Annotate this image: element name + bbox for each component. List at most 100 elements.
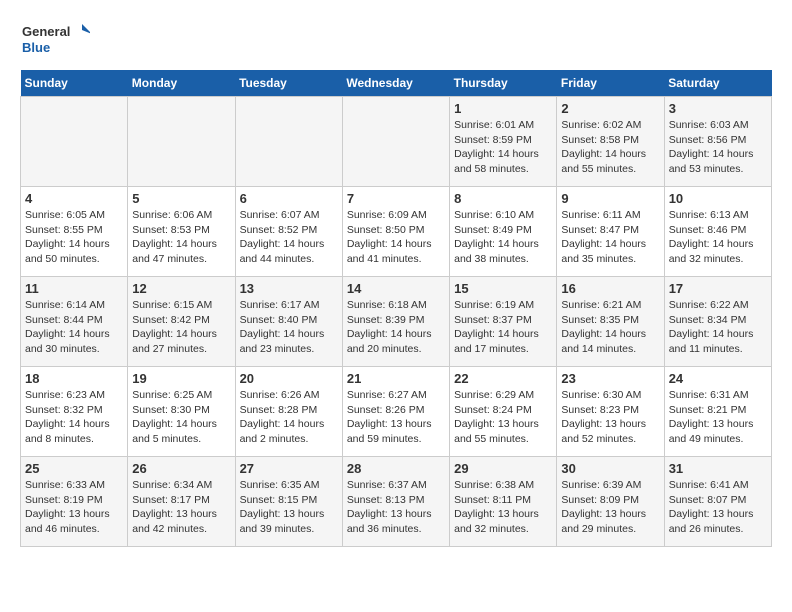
day-number: 8	[454, 191, 552, 206]
calendar-cell: 21 Sunrise: 6:27 AM Sunset: 8:26 PM Dayli…	[342, 367, 449, 457]
calendar-cell: 13 Sunrise: 6:17 AM Sunset: 8:40 PM Dayli…	[235, 277, 342, 367]
day-number: 17	[669, 281, 767, 296]
header: General Blue	[20, 20, 772, 60]
day-content: Sunrise: 6:09 AM Sunset: 8:50 PM Dayligh…	[347, 208, 445, 267]
day-content: Sunrise: 6:14 AM Sunset: 8:44 PM Dayligh…	[25, 298, 123, 357]
day-of-week-header: Monday	[128, 70, 235, 97]
day-number: 13	[240, 281, 338, 296]
day-content: Sunrise: 6:27 AM Sunset: 8:26 PM Dayligh…	[347, 388, 445, 447]
day-content: Sunrise: 6:13 AM Sunset: 8:46 PM Dayligh…	[669, 208, 767, 267]
calendar-cell: 10 Sunrise: 6:13 AM Sunset: 8:46 PM Dayli…	[664, 187, 771, 277]
calendar-cell: 27 Sunrise: 6:35 AM Sunset: 8:15 PM Dayli…	[235, 457, 342, 547]
day-content: Sunrise: 6:01 AM Sunset: 8:59 PM Dayligh…	[454, 118, 552, 177]
day-content: Sunrise: 6:03 AM Sunset: 8:56 PM Dayligh…	[669, 118, 767, 177]
calendar-cell: 1 Sunrise: 6:01 AM Sunset: 8:59 PM Daylig…	[450, 97, 557, 187]
day-number: 4	[25, 191, 123, 206]
day-number: 28	[347, 461, 445, 476]
day-number: 9	[561, 191, 659, 206]
calendar-header: SundayMondayTuesdayWednesdayThursdayFrid…	[21, 70, 772, 97]
day-content: Sunrise: 6:07 AM Sunset: 8:52 PM Dayligh…	[240, 208, 338, 267]
logo-svg: General Blue	[20, 20, 90, 60]
calendar-cell: 3 Sunrise: 6:03 AM Sunset: 8:56 PM Daylig…	[664, 97, 771, 187]
day-content: Sunrise: 6:23 AM Sunset: 8:32 PM Dayligh…	[25, 388, 123, 447]
calendar-week-row: 11 Sunrise: 6:14 AM Sunset: 8:44 PM Dayli…	[21, 277, 772, 367]
day-content: Sunrise: 6:29 AM Sunset: 8:24 PM Dayligh…	[454, 388, 552, 447]
day-content: Sunrise: 6:33 AM Sunset: 8:19 PM Dayligh…	[25, 478, 123, 537]
calendar-cell: 8Sunrise: 6:10 AM Sunset: 8:49 PM Daylig…	[450, 187, 557, 277]
day-content: Sunrise: 6:41 AM Sunset: 8:07 PM Dayligh…	[669, 478, 767, 537]
day-content: Sunrise: 6:17 AM Sunset: 8:40 PM Dayligh…	[240, 298, 338, 357]
day-number: 16	[561, 281, 659, 296]
calendar-cell: 9 Sunrise: 6:11 AM Sunset: 8:47 PM Daylig…	[557, 187, 664, 277]
calendar-cell: 20Sunrise: 6:26 AM Sunset: 8:28 PM Dayli…	[235, 367, 342, 457]
calendar-week-row: 4Sunrise: 6:05 AM Sunset: 8:55 PM Daylig…	[21, 187, 772, 277]
day-content: Sunrise: 6:26 AM Sunset: 8:28 PM Dayligh…	[240, 388, 338, 447]
day-content: Sunrise: 6:35 AM Sunset: 8:15 PM Dayligh…	[240, 478, 338, 537]
day-of-week-header: Wednesday	[342, 70, 449, 97]
day-content: Sunrise: 6:19 AM Sunset: 8:37 PM Dayligh…	[454, 298, 552, 357]
day-number: 30	[561, 461, 659, 476]
day-content: Sunrise: 6:02 AM Sunset: 8:58 PM Dayligh…	[561, 118, 659, 177]
day-number: 31	[669, 461, 767, 476]
calendar-cell	[128, 97, 235, 187]
day-number: 23	[561, 371, 659, 386]
calendar-cell: 16Sunrise: 6:21 AM Sunset: 8:35 PM Dayli…	[557, 277, 664, 367]
day-number: 1	[454, 101, 552, 116]
calendar-week-row: 18 Sunrise: 6:23 AM Sunset: 8:32 PM Dayli…	[21, 367, 772, 457]
day-number: 11	[25, 281, 123, 296]
svg-text:General: General	[22, 24, 70, 39]
day-number: 25	[25, 461, 123, 476]
day-content: Sunrise: 6:31 AM Sunset: 8:21 PM Dayligh…	[669, 388, 767, 447]
calendar-cell: 4Sunrise: 6:05 AM Sunset: 8:55 PM Daylig…	[21, 187, 128, 277]
calendar-cell: 26 Sunrise: 6:34 AM Sunset: 8:17 PM Dayli…	[128, 457, 235, 547]
calendar-cell: 18 Sunrise: 6:23 AM Sunset: 8:32 PM Dayli…	[21, 367, 128, 457]
day-content: Sunrise: 6:11 AM Sunset: 8:47 PM Dayligh…	[561, 208, 659, 267]
day-number: 24	[669, 371, 767, 386]
day-number: 29	[454, 461, 552, 476]
calendar-cell: 15 Sunrise: 6:19 AM Sunset: 8:37 PM Dayli…	[450, 277, 557, 367]
day-of-week-header: Thursday	[450, 70, 557, 97]
day-content: Sunrise: 6:06 AM Sunset: 8:53 PM Dayligh…	[132, 208, 230, 267]
day-number: 6	[240, 191, 338, 206]
day-number: 3	[669, 101, 767, 116]
logo: General Blue	[20, 20, 90, 60]
calendar-cell: 25 Sunrise: 6:33 AM Sunset: 8:19 PM Dayli…	[21, 457, 128, 547]
day-of-week-header: Tuesday	[235, 70, 342, 97]
day-content: Sunrise: 6:18 AM Sunset: 8:39 PM Dayligh…	[347, 298, 445, 357]
day-number: 10	[669, 191, 767, 206]
day-of-week-header: Friday	[557, 70, 664, 97]
day-number: 15	[454, 281, 552, 296]
day-number: 14	[347, 281, 445, 296]
day-number: 22	[454, 371, 552, 386]
calendar-week-row: 1 Sunrise: 6:01 AM Sunset: 8:59 PM Daylig…	[21, 97, 772, 187]
day-content: Sunrise: 6:25 AM Sunset: 8:30 PM Dayligh…	[132, 388, 230, 447]
day-number: 7	[347, 191, 445, 206]
day-content: Sunrise: 6:15 AM Sunset: 8:42 PM Dayligh…	[132, 298, 230, 357]
day-number: 26	[132, 461, 230, 476]
calendar-cell: 14 Sunrise: 6:18 AM Sunset: 8:39 PM Dayli…	[342, 277, 449, 367]
calendar-cell: 31 Sunrise: 6:41 AM Sunset: 8:07 PM Dayli…	[664, 457, 771, 547]
day-number: 21	[347, 371, 445, 386]
calendar-cell: 30Sunrise: 6:39 AM Sunset: 8:09 PM Dayli…	[557, 457, 664, 547]
calendar-cell: 19 Sunrise: 6:25 AM Sunset: 8:30 PM Dayli…	[128, 367, 235, 457]
calendar-cell: 5 Sunrise: 6:06 AM Sunset: 8:53 PM Daylig…	[128, 187, 235, 277]
day-content: Sunrise: 6:22 AM Sunset: 8:34 PM Dayligh…	[669, 298, 767, 357]
day-number: 27	[240, 461, 338, 476]
day-content: Sunrise: 6:30 AM Sunset: 8:23 PM Dayligh…	[561, 388, 659, 447]
day-number: 5	[132, 191, 230, 206]
calendar-cell: 28Sunrise: 6:37 AM Sunset: 8:13 PM Dayli…	[342, 457, 449, 547]
calendar-cell: 7 Sunrise: 6:09 AM Sunset: 8:50 PM Daylig…	[342, 187, 449, 277]
days-of-week-row: SundayMondayTuesdayWednesdayThursdayFrid…	[21, 70, 772, 97]
calendar-week-row: 25 Sunrise: 6:33 AM Sunset: 8:19 PM Dayli…	[21, 457, 772, 547]
calendar-cell: 11 Sunrise: 6:14 AM Sunset: 8:44 PM Dayli…	[21, 277, 128, 367]
day-number: 19	[132, 371, 230, 386]
calendar-cell	[342, 97, 449, 187]
calendar-cell: 29Sunrise: 6:38 AM Sunset: 8:11 PM Dayli…	[450, 457, 557, 547]
svg-text:Blue: Blue	[22, 40, 50, 55]
calendar-cell: 2 Sunrise: 6:02 AM Sunset: 8:58 PM Daylig…	[557, 97, 664, 187]
day-number: 2	[561, 101, 659, 116]
calendar-body: 1 Sunrise: 6:01 AM Sunset: 8:59 PM Daylig…	[21, 97, 772, 547]
calendar-cell: 24 Sunrise: 6:31 AM Sunset: 8:21 PM Dayli…	[664, 367, 771, 457]
day-content: Sunrise: 6:34 AM Sunset: 8:17 PM Dayligh…	[132, 478, 230, 537]
day-number: 18	[25, 371, 123, 386]
